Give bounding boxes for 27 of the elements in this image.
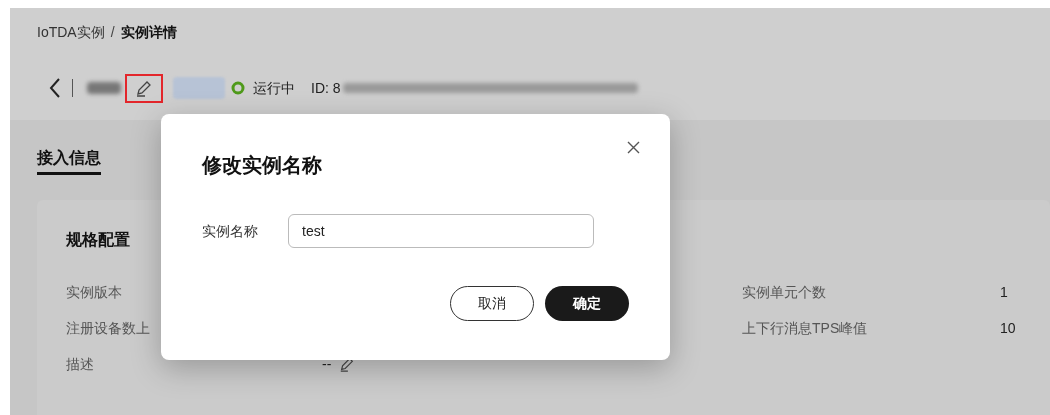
field-label: 实例名称 (202, 221, 259, 241)
back-icon[interactable] (49, 78, 60, 98)
pencil-icon (135, 79, 153, 97)
status-ring-icon (231, 81, 245, 95)
breadcrumb-link[interactable]: IoTDA实例 (37, 22, 105, 43)
blurred-tag (173, 77, 225, 99)
instance-id: ID: 8 (311, 78, 341, 98)
field-value: -- (322, 354, 332, 374)
confirm-button[interactable]: 确定 (545, 286, 629, 321)
field-value: 10 (1000, 318, 1016, 338)
field-label: 实例版本 (66, 282, 123, 302)
breadcrumb-separator: / (110, 23, 115, 42)
edit-name-button[interactable] (125, 73, 163, 103)
field-label: 注册设备数上 (66, 318, 151, 338)
name-input-field[interactable]: test (288, 214, 594, 248)
status-text: 运行中 (253, 78, 295, 98)
close-icon[interactable] (627, 141, 640, 154)
dialog-title: 修改实例名称 (202, 153, 323, 178)
card-title: 规格配置 (66, 230, 130, 250)
field-label: 上下行消息TPS峰值 (742, 318, 869, 338)
breadcrumb-current: 实例详情 (120, 23, 177, 42)
field-label: 实例单元个数 (742, 282, 827, 302)
tab[interactable]: 接入信息 (37, 144, 101, 175)
field-value: 1 (1000, 282, 1008, 302)
blurred-name (87, 82, 121, 94)
cancel-button[interactable]: 取消 (450, 286, 534, 321)
field-label: 描述 (66, 354, 95, 374)
